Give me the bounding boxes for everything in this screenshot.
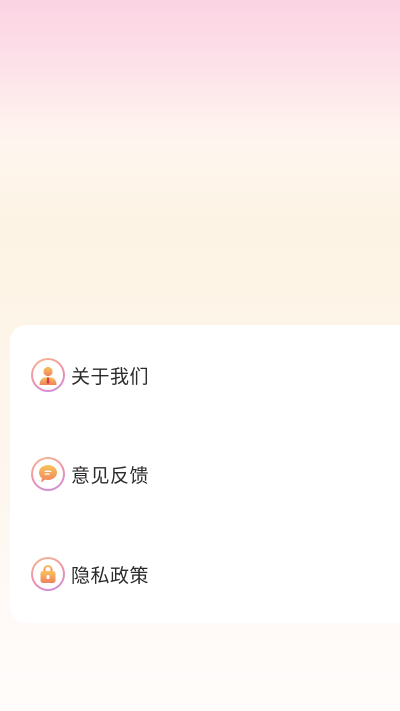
lock-bag-icon	[33, 559, 63, 589]
menu-item-feedback[interactable]: 意见反馈	[31, 454, 149, 494]
person-icon-ring	[31, 358, 65, 392]
chat-icon-ring	[31, 457, 65, 491]
menu-item-label: 隐私政策	[71, 564, 150, 587]
person-icon	[33, 360, 63, 390]
settings-menu-card: 关于我们 意见反馈 隐私政策	[10, 325, 400, 623]
lock-icon-ring	[31, 557, 65, 591]
menu-item-about-us[interactable]: 关于我们	[31, 355, 149, 395]
menu-item-label: 意见反馈	[71, 464, 150, 487]
menu-item-label: 关于我们	[71, 365, 150, 388]
chat-bubble-icon	[33, 459, 63, 489]
menu-item-privacy-policy[interactable]: 隐私政策	[31, 554, 149, 594]
